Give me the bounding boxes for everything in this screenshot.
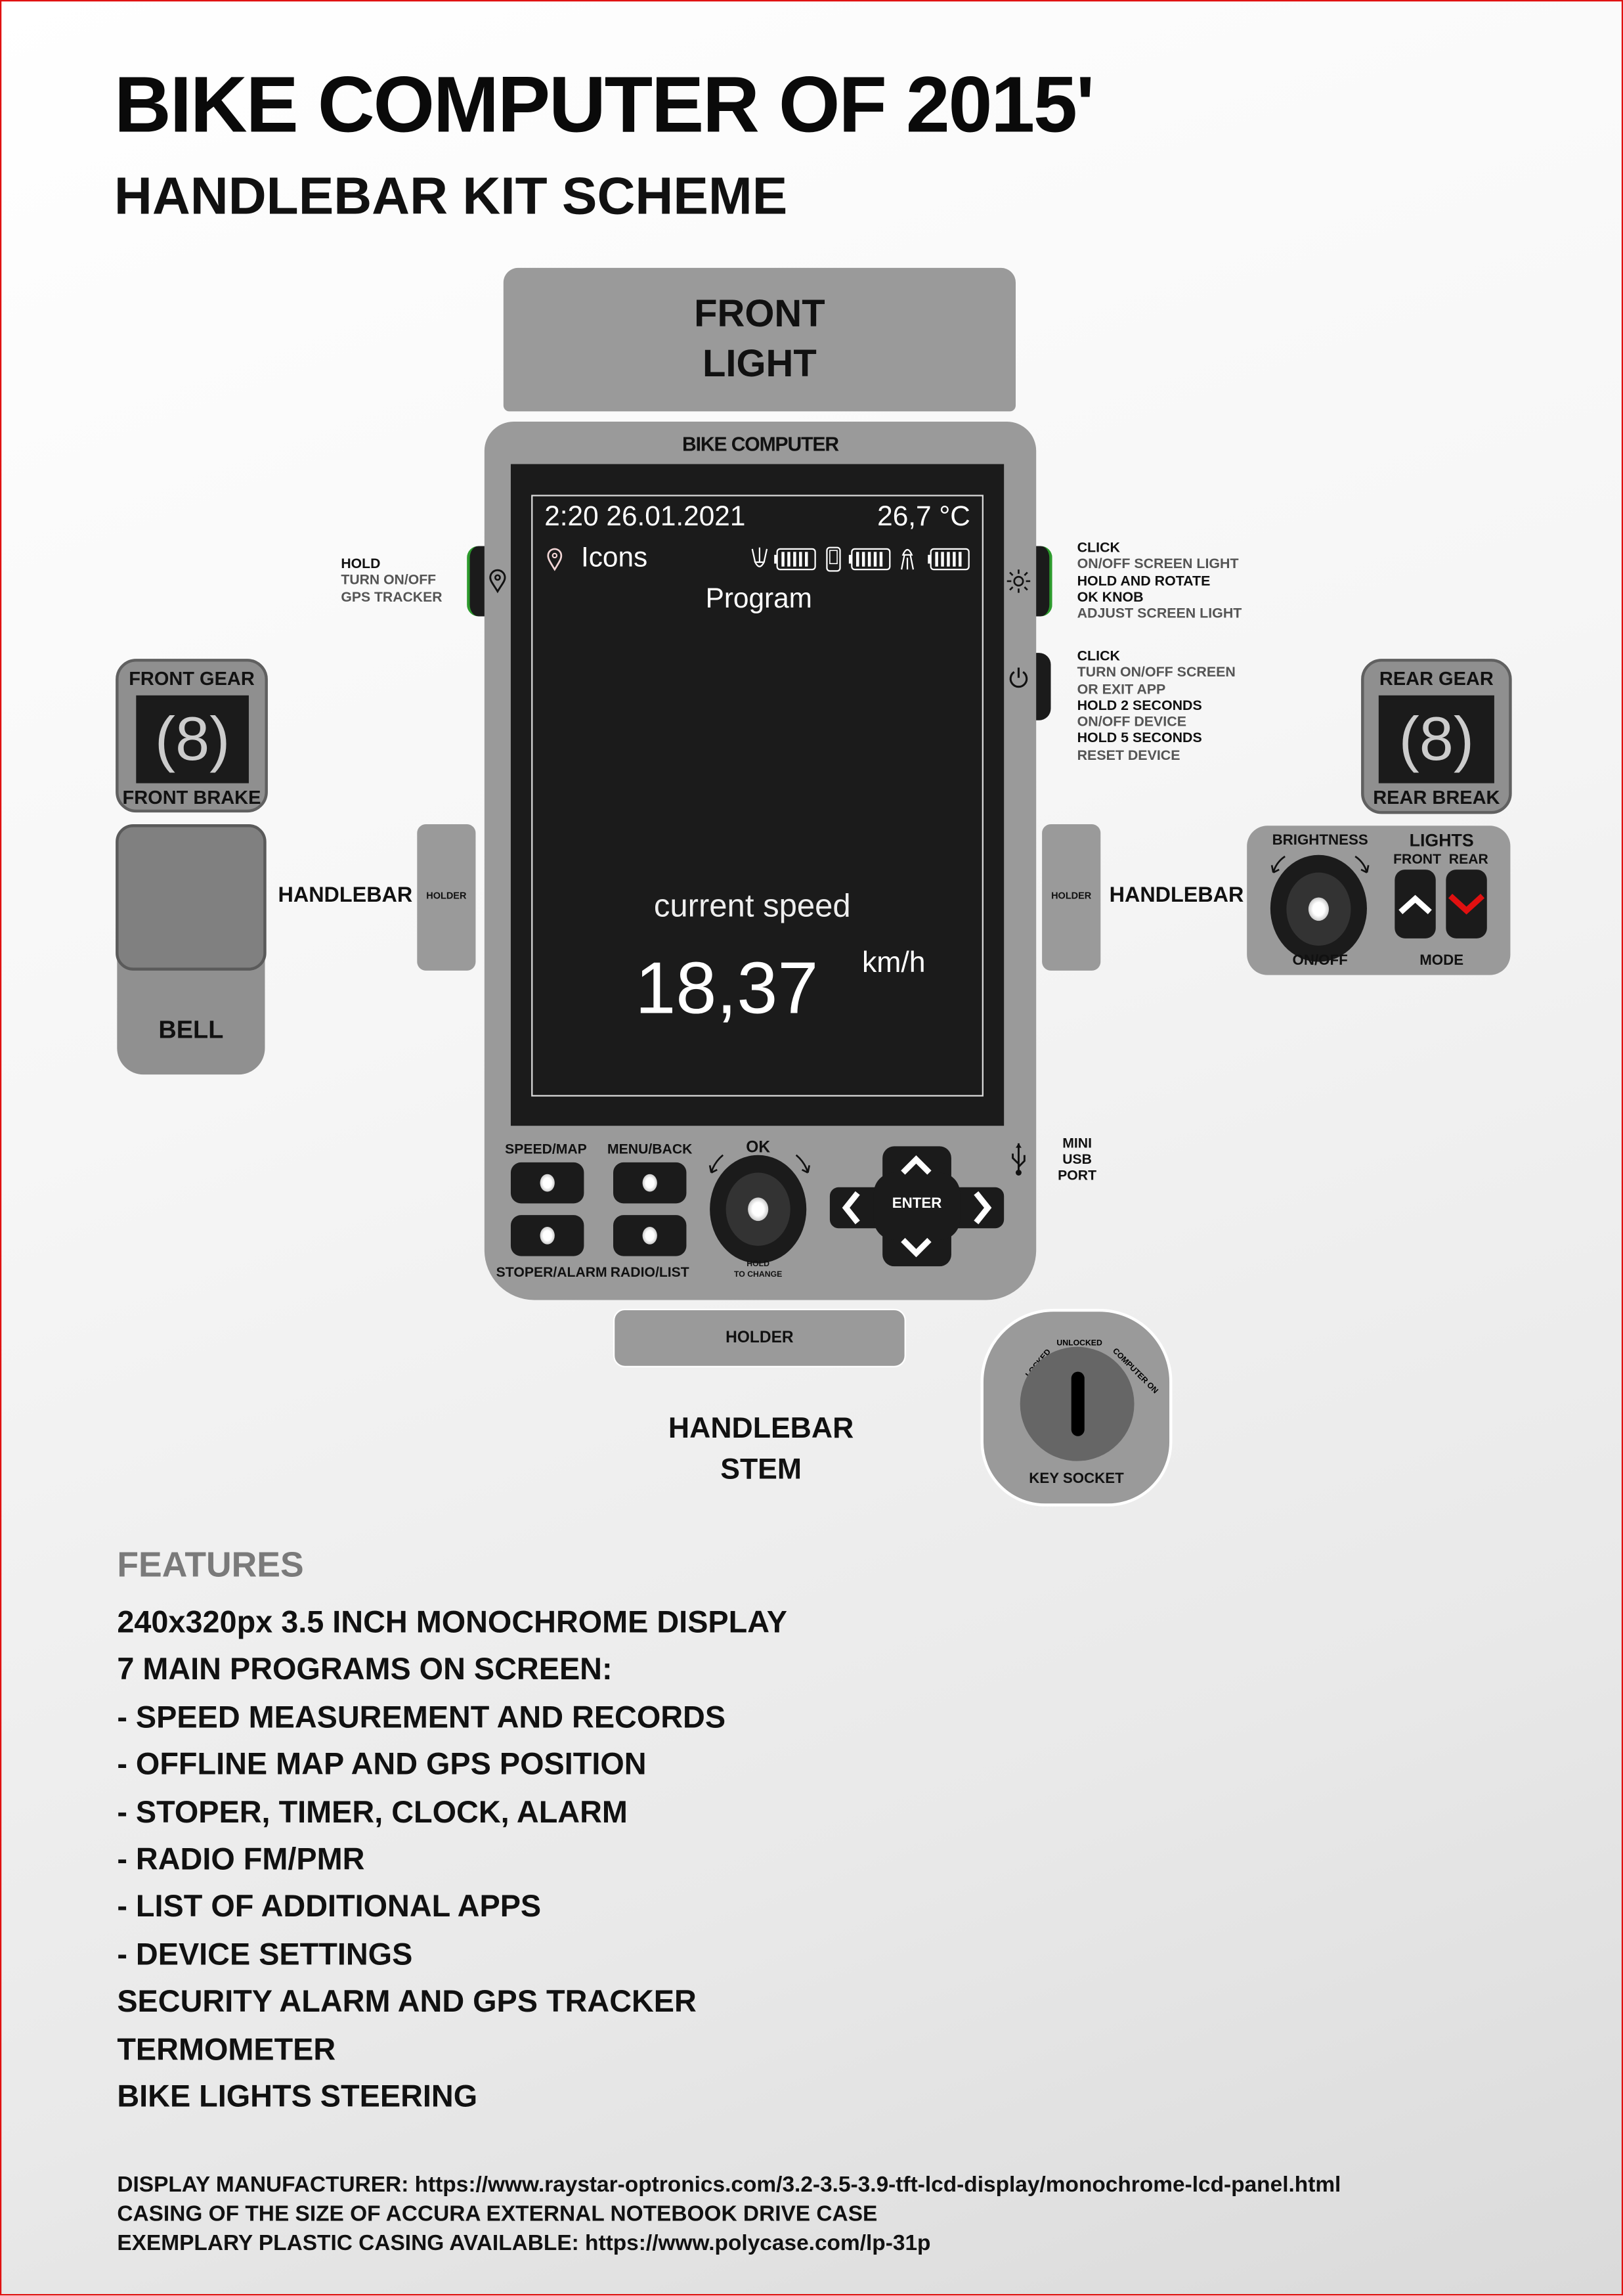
front-light: FRONT LIGHT bbox=[503, 267, 1016, 412]
handlebar-stem-label: HANDLEBAR STEM bbox=[668, 1413, 854, 1486]
handlebar-left-label: HANDLEBAR bbox=[278, 884, 413, 908]
footer-line: EXEMPLARY PLASTIC CASING AVAILABLE: http… bbox=[117, 2231, 931, 2257]
key-slot bbox=[1071, 1371, 1085, 1436]
location-pin-icon bbox=[547, 548, 563, 571]
up-arrow-icon bbox=[901, 1155, 932, 1175]
down-arrow-icon bbox=[901, 1237, 932, 1258]
front-brake-label: FRONT BRAKE bbox=[122, 786, 261, 808]
scheme-canvas: BIKE COMPUTER OF 2015' HANDLEBAR KIT SCH… bbox=[0, 0, 1623, 2296]
feature-item: - OFFLINE MAP AND GPS POSITION bbox=[117, 1748, 647, 1782]
feature-item: - RADIO FM/PMR bbox=[117, 1843, 365, 1877]
unlocked-label: UNLOCKED bbox=[1056, 1338, 1102, 1348]
bike-computer-body: BIKE COMPUTER 2:20 26.01.2021 26,7 °C Ic… bbox=[484, 421, 1037, 1300]
speed-label: current speed bbox=[653, 887, 851, 924]
enter-button[interactable]: ENTER bbox=[874, 1196, 961, 1212]
rear-gear-label: REAR GEAR bbox=[1379, 667, 1494, 690]
handlebar-right-label: HANDLEBAR bbox=[1109, 884, 1244, 908]
screen-program: Program bbox=[705, 584, 812, 615]
speed-map-label: SPEED/MAP bbox=[505, 1141, 587, 1159]
left-arrow-icon bbox=[842, 1191, 860, 1225]
rear-light-icon bbox=[901, 548, 915, 570]
battery-icon bbox=[774, 548, 816, 571]
radio-list-button[interactable] bbox=[613, 1215, 687, 1256]
rear-gear-display: REAR GEAR (8) REAR BREAK bbox=[1361, 659, 1512, 814]
stoper-alarm-button[interactable] bbox=[510, 1215, 584, 1256]
power-icon bbox=[1009, 667, 1028, 688]
speed-map-button[interactable] bbox=[510, 1162, 584, 1204]
feature-item: - DEVICE SETTINGS bbox=[117, 1937, 413, 1972]
holder-left: HOLDER bbox=[417, 824, 476, 971]
feature-item: SECURITY ALARM AND GPS TRACKER bbox=[117, 1985, 697, 2020]
menu-back-button[interactable] bbox=[613, 1162, 687, 1204]
footer-line: CASING OF THE SIZE OF ACCURA EXTERNAL NO… bbox=[117, 2201, 878, 2227]
rear-label: REAR bbox=[1448, 852, 1488, 868]
rear-break-label: REAR BREAK bbox=[1373, 786, 1500, 808]
menu-back-label: MENU/BACK bbox=[607, 1141, 693, 1159]
battery-status-row bbox=[751, 546, 970, 572]
footer-line: DISPLAY MANUFACTURER: https://www.raysta… bbox=[117, 2172, 1341, 2197]
page-subtitle: HANDLEBAR KIT SCHEME bbox=[114, 165, 788, 226]
screen-temperature: 26,7 °C bbox=[877, 502, 970, 533]
ok-knob[interactable] bbox=[710, 1155, 807, 1264]
rear-gear-digit: (8) bbox=[1378, 695, 1494, 784]
lcd-screen: 2:20 26.01.2021 26,7 °C Icons Program cu… bbox=[510, 464, 1005, 1126]
usb-icon bbox=[1012, 1143, 1026, 1176]
feature-item: TERMOMETER bbox=[117, 2033, 336, 2067]
battery-icon bbox=[928, 548, 970, 571]
page-title: BIKE COMPUTER OF 2015' bbox=[114, 61, 1094, 150]
front-light-label: LIGHT bbox=[702, 341, 817, 386]
bell-label: BELL bbox=[158, 1015, 224, 1044]
front-light-icon bbox=[751, 547, 768, 567]
feature-item: 7 MAIN PROGRAMS ON SCREEN: bbox=[117, 1653, 613, 1687]
rear-light-button[interactable] bbox=[1446, 870, 1487, 938]
stoper-alarm-label: STOPER/ALARM bbox=[496, 1264, 607, 1281]
key-socket-label: KEY SOCKET bbox=[1029, 1471, 1124, 1488]
battery-icon bbox=[848, 548, 891, 571]
feature-item: - SPEED MEASUREMENT AND RECORDS bbox=[117, 1700, 726, 1735]
radio-list-label: RADIO/LIST bbox=[610, 1264, 689, 1281]
brightness-knob[interactable] bbox=[1270, 854, 1367, 962]
feature-item: BIKE LIGHTS STEERING bbox=[117, 2080, 478, 2114]
screen-datetime: 2:20 26.01.2021 bbox=[544, 502, 746, 533]
front-gear-digit: (8) bbox=[136, 695, 249, 784]
phone-icon bbox=[826, 546, 841, 572]
chevron-up-icon bbox=[1398, 894, 1432, 915]
brightness-sun-icon bbox=[1006, 569, 1031, 593]
feature-item: 240x320px 3.5 INCH MONOCHROME DISPLAY bbox=[117, 1606, 787, 1640]
speed-value: 18,37 bbox=[635, 947, 819, 1030]
power-button-help: CLICK TURN ON/OFF SCREEN OR EXIT APP HOLD 2… bbox=[1077, 648, 1236, 764]
front-light-label: FRONT bbox=[694, 291, 825, 336]
chevron-down-icon bbox=[1448, 893, 1485, 915]
mode-label: MODE bbox=[1419, 953, 1464, 969]
holder-bottom: HOLDER bbox=[613, 1308, 906, 1367]
bell-pad bbox=[116, 824, 267, 971]
key-socket[interactable]: LOCKED UNLOCKED COMPUTER ON KEY SOCKET bbox=[980, 1308, 1173, 1507]
feature-item: - STOPER, TIMER, CLOCK, ALARM bbox=[117, 1796, 628, 1830]
feature-item: - LIST OF ADDITIONAL APPS bbox=[117, 1890, 542, 1925]
screen-icons-label: Icons bbox=[580, 542, 648, 574]
right-arrow-icon bbox=[974, 1191, 992, 1225]
device-label: BIKE COMPUTER bbox=[682, 433, 839, 456]
gps-pin-icon bbox=[489, 569, 506, 594]
on-off-label: ON/OFF bbox=[1292, 953, 1348, 969]
gps-button-help: HOLD TURN ON/OFF GPS TRACKER bbox=[341, 556, 443, 606]
front-label: FRONT bbox=[1393, 852, 1442, 868]
lights-label: LIGHTS bbox=[1409, 829, 1474, 851]
front-gear-display: FRONT GEAR (8) FRONT BRAKE bbox=[116, 659, 268, 813]
ok-hint: HOLD TO CHANGE bbox=[733, 1260, 783, 1280]
speed-unit: km/h bbox=[861, 947, 926, 980]
features-list: 240x320px 3.5 INCH MONOCHROME DISPLAY 7 … bbox=[117, 1600, 787, 2122]
holder-right: HOLDER bbox=[1042, 824, 1101, 971]
front-light-button[interactable] bbox=[1395, 870, 1436, 938]
front-gear-label: FRONT GEAR bbox=[129, 667, 255, 690]
screen-frame: 2:20 26.01.2021 26,7 °C Icons Program cu… bbox=[531, 495, 984, 1097]
dpad: ENTER bbox=[829, 1146, 1005, 1267]
usb-port-label: MINI USB PORT bbox=[1058, 1136, 1097, 1185]
footer-notes: DISPLAY MANUFACTURER: https://www.raysta… bbox=[117, 2171, 1341, 2259]
features-heading: FEATURES bbox=[117, 1545, 304, 1586]
brightness-label: BRIGHTNESS bbox=[1272, 833, 1368, 849]
lights-control-panel: BRIGHTNESS ON/OFF LIGHTS FRONT REAR MODE bbox=[1247, 826, 1511, 975]
light-button-help: CLICK ON/OFF SCREEN LIGHT HOLD AND ROTATE O… bbox=[1077, 540, 1242, 623]
